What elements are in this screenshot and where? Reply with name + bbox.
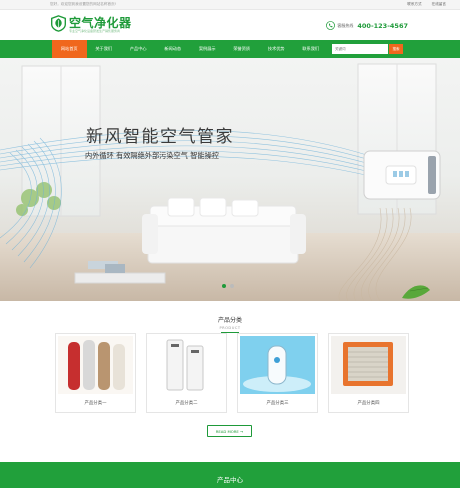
- nav-item-technology[interactable]: 技术优势: [259, 40, 294, 58]
- contact-link[interactable]: 联系方式: [407, 2, 421, 7]
- top-links: 联系方式 在线留言: [407, 2, 446, 7]
- nav-item-news[interactable]: 新闻动态: [156, 40, 191, 58]
- product-caption-2: 产品分类二: [175, 401, 198, 406]
- search-input[interactable]: [332, 44, 388, 54]
- banner-subline: 内外循环 有效隔绝外部污染空气 智能操控: [85, 151, 219, 160]
- nav-item-about[interactable]: 关于我们: [87, 40, 122, 58]
- product-center-band: 产品中心: [0, 462, 460, 488]
- living-room-scene: [0, 63, 460, 301]
- product-caption-3: 产品分类三: [266, 401, 289, 406]
- products-section: 产品分类 PRODUCT: [0, 315, 460, 333]
- top-bar: 您好，欢迎您到我设置您的网站名称首页! 联系方式 在线留言: [0, 0, 460, 10]
- nav-item-honors[interactable]: 荣誉资质: [225, 40, 260, 58]
- product-cards: 产品分类一 产品分类二 产品分类三 产品分类四: [55, 333, 409, 413]
- nav-item-contact[interactable]: 联系我们: [294, 40, 329, 58]
- slider-dot-1[interactable]: [222, 284, 226, 288]
- hero-banner: 新风智能空气管家 内外循环 有效隔绝外部污染空气 智能操控: [0, 58, 460, 301]
- product-image-4: [331, 336, 406, 394]
- main-nav: 网站首页 关于我们 产品中心 新闻动态 案例展示 荣誉资质 技术优势 联系我们 …: [0, 40, 460, 58]
- guestbook-link[interactable]: 在线留言: [432, 2, 446, 7]
- nav-item-products[interactable]: 产品中心: [121, 40, 156, 58]
- hotline-number: 400-123-4567: [357, 21, 408, 30]
- welcome-text: 您好，欢迎您到我设置您的网站名称首页!: [50, 2, 117, 6]
- nav-item-cases[interactable]: 案例展示: [190, 40, 225, 58]
- phone-icon: [326, 21, 336, 30]
- products-subtitle: PRODUCT: [219, 326, 241, 330]
- product-card-3[interactable]: 产品分类三: [237, 333, 318, 413]
- product-image-1: [58, 336, 133, 394]
- search-button[interactable]: 搜索: [389, 44, 403, 54]
- product-card-4[interactable]: 产品分类四: [328, 333, 409, 413]
- banner-headline: 新风智能空气管家: [86, 127, 234, 147]
- nav-item-home[interactable]: 网站首页: [52, 40, 87, 58]
- products-title: 产品分类: [217, 317, 242, 324]
- slider-dot-2[interactable]: [230, 284, 234, 288]
- product-center-title: 产品中心: [217, 476, 243, 484]
- slider-dots: [222, 284, 234, 288]
- leaf-shield-icon: [51, 15, 66, 32]
- product-image-3: [240, 336, 315, 394]
- product-caption-4: 产品分类四: [357, 401, 380, 406]
- product-caption-1: 产品分类一: [84, 401, 107, 406]
- read-more-button[interactable]: READ MORE →: [207, 425, 252, 437]
- product-card-2[interactable]: 产品分类二: [146, 333, 227, 413]
- product-card-1[interactable]: 产品分类一: [55, 333, 136, 413]
- nav-items: 网站首页 关于我们 产品中心 新闻动态 案例展示 荣誉资质 技术优势 联系我们: [52, 40, 328, 58]
- hotline: 客服热线 400-123-4567: [326, 21, 408, 30]
- logo[interactable]: 空气净化器 专业空气净化设备研发生产销售服务商: [50, 14, 136, 36]
- header: 空气净化器 专业空气净化设备研发生产销售服务商 客服热线 400-123-456…: [0, 10, 460, 40]
- sofa: [142, 197, 306, 264]
- air-purifier-unit: [363, 150, 441, 200]
- product-image-2: [149, 336, 224, 394]
- hotline-label: 客服热线: [337, 22, 354, 28]
- logo-subtitle: 专业空气净化设备研发生产销售服务商: [69, 29, 121, 33]
